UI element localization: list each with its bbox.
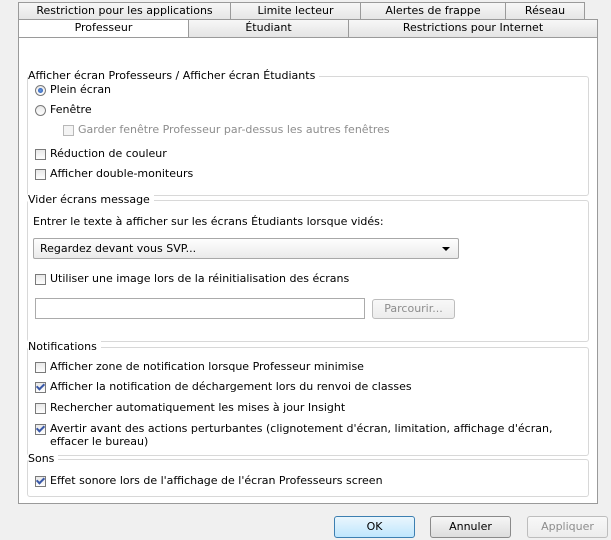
blank-message-value: Regardez devant vous SVP... [40, 242, 197, 255]
color-reduction-checkbox[interactable] [35, 148, 46, 160]
notify-minimize-option[interactable]: Afficher zone de notification lorsque Pr… [35, 359, 364, 375]
auto-update-checkbox[interactable] [35, 402, 46, 414]
auto-update-label: Rechercher automatiquement les mises à j… [50, 401, 346, 414]
auto-update-option[interactable]: Rechercher automatiquement les mises à j… [35, 400, 345, 416]
window-radio[interactable] [35, 104, 46, 116]
use-image-checkbox[interactable] [35, 273, 46, 285]
dual-monitor-label: Afficher double-moniteurs [50, 167, 194, 180]
keep-on-top-option[interactable]: Garder fenêtre Professeur par-dessus les… [63, 122, 390, 138]
sound-effect-checkbox[interactable] [35, 475, 46, 487]
blank-screen-legend: Vider écrans message [28, 192, 154, 208]
image-path-input[interactable] [35, 298, 365, 319]
dual-monitor-checkbox[interactable] [35, 168, 46, 180]
chevron-down-icon [442, 247, 450, 251]
keep-on-top-checkbox[interactable] [63, 124, 74, 136]
color-reduction-option[interactable]: Réduction de couleur [35, 146, 167, 162]
sound-effect-option[interactable]: Effet sonore lors de l'affichage de l'éc… [35, 473, 383, 489]
tab-teacher[interactable]: Professeur [18, 19, 189, 37]
apply-button[interactable]: Appliquer [527, 516, 608, 538]
teacher-settings-panel: Afficher écran Professeurs / Afficher éc… [18, 37, 598, 504]
tab-row-upper: Restriction pour les applications Limite… [18, 2, 585, 20]
notify-unload-checkbox[interactable] [35, 381, 46, 393]
warn-disruptive-label-line2: effacer le bureau) [50, 435, 149, 448]
notifications-legend: Notifications [28, 339, 101, 355]
fullscreen-label: Plein écran [50, 83, 112, 96]
tab-row-lower: Professeur Étudiant Restrictions pour In… [18, 19, 598, 37]
use-image-option[interactable]: Utiliser une image lors de la réinitiali… [35, 271, 349, 287]
blank-message-dropdown[interactable]: Regardez devant vous SVP... [33, 238, 459, 259]
notify-minimize-label: Afficher zone de notification lorsque Pr… [50, 360, 364, 373]
sounds-legend: Sons [28, 451, 59, 467]
tab-keystroke-alerts[interactable]: Alertes de frappe [361, 2, 506, 20]
warn-disruptive-checkbox[interactable] [35, 423, 46, 435]
fullscreen-option[interactable]: Plein écran [35, 82, 111, 98]
use-image-label: Utiliser une image lors de la réinitiali… [50, 272, 350, 285]
notify-unload-label: Afficher la notification de déchargement… [50, 380, 412, 393]
fullscreen-radio[interactable] [35, 84, 46, 96]
notify-minimize-checkbox[interactable] [35, 361, 46, 373]
tab-drive-limit[interactable]: Limite lecteur [231, 2, 361, 20]
tab-internet-restrictions[interactable]: Restrictions pour Internet [349, 19, 598, 37]
color-reduction-label: Réduction de couleur [50, 147, 167, 160]
tab-student[interactable]: Étudiant [189, 19, 349, 37]
sound-effect-label: Effet sonore lors de l'affichage de l'éc… [50, 474, 383, 487]
blank-prompt: Entrer le texte à afficher sur les écran… [33, 215, 384, 228]
cancel-button[interactable]: Annuler [430, 516, 511, 538]
dual-monitor-option[interactable]: Afficher double-moniteurs [35, 166, 193, 182]
browse-button[interactable]: Parcourir... [372, 299, 455, 319]
tab-application-restriction[interactable]: Restriction pour les applications [18, 2, 231, 20]
tab-network[interactable]: Réseau [506, 2, 585, 20]
notify-unload-option[interactable]: Afficher la notification de déchargement… [35, 379, 412, 395]
window-option[interactable]: Fenêtre [35, 102, 92, 118]
keep-on-top-label: Garder fenêtre Professeur par-dessus les… [78, 123, 390, 136]
ok-button[interactable]: OK [334, 516, 415, 538]
window-label: Fenêtre [50, 103, 92, 116]
